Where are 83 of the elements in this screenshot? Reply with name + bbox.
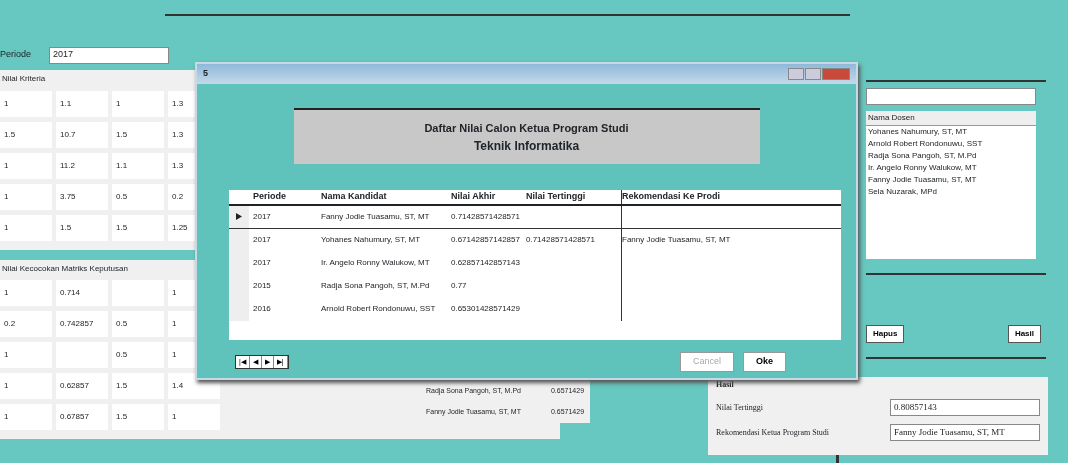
input-field[interactable]: 0.714 (56, 280, 108, 306)
input-field[interactable]: 0.5 (112, 342, 164, 368)
input-field[interactable]: Fanny Jodie Tuasamu, ST, MT (890, 424, 1040, 441)
action-button[interactable]: Hasil (1007, 325, 1041, 343)
input-field[interactable]: 0.80857143 (890, 399, 1040, 416)
table-cell: 0.67142857142857 (451, 235, 520, 244)
input-field[interactable]: 1.5 (112, 404, 164, 430)
input-field[interactable]: 10.7 (56, 121, 108, 148)
input-field[interactable]: 0.742857 (56, 311, 108, 337)
list-item[interactable]: Fanny Jodie Tuasamu, ST, MT (866, 174, 1036, 186)
list-item[interactable]: Arnold Robert Rondonuwu, SST (866, 138, 1036, 150)
input-field[interactable]: 1.1 (112, 152, 164, 179)
minimize-button[interactable] (788, 68, 804, 80)
list-item[interactable]: Radja Sona Pangoh, ST, M.Pd (866, 150, 1036, 162)
dialog-heading: Teknik Informatika (472, 137, 581, 155)
list-item[interactable]: Sela Nuzarak, MPd (866, 186, 1036, 198)
group-title: Nilai Kriteria (1, 73, 47, 85)
input-field[interactable]: 0.5 (112, 311, 164, 337)
dialog-heading: Daftar Nilai Calon Ketua Program Studi (423, 121, 630, 136)
table-cell: Radja Sona Pangoh, ST, M.Pd (321, 281, 430, 290)
group-title: Hasil (716, 379, 735, 391)
input-field[interactable]: 1.5 (0, 121, 52, 148)
input-field[interactable]: 1 (168, 404, 220, 430)
input-field[interactable]: 11.2 (56, 152, 108, 179)
close-button[interactable] (822, 68, 850, 80)
input-field[interactable]: 1.5 (112, 373, 164, 399)
maximize-button[interactable] (805, 68, 821, 80)
periode-field[interactable]: 2017 (49, 46, 170, 64)
input-field[interactable]: 0.2 (0, 311, 52, 337)
input-field[interactable]: 1 (0, 214, 52, 241)
input-field[interactable]: 1 (0, 342, 52, 368)
table-cell: 0.71428571428571 (526, 235, 595, 244)
table-cell: Arnold Robert Rondonuwu, SST (321, 304, 436, 313)
group-title: Nilai Kecocokan Matriks Keputusan (1, 262, 129, 275)
table-cell: Ir. Angelo Ronny Walukow, MT (321, 258, 430, 267)
input-field[interactable]: 1.5 (112, 121, 164, 148)
column-header: Periode (252, 190, 287, 203)
input-field[interactable]: 1 (0, 183, 52, 210)
field-label: Rekomendasi Ketua Program Studi (716, 426, 830, 439)
column-header: Nama Kandidat (321, 190, 388, 203)
table-cell: 0.62857142857143 (451, 258, 520, 267)
input-field[interactable]: 1.1 (56, 90, 108, 117)
table-cell: 2017 (253, 258, 271, 267)
input-field[interactable]: 1 (0, 152, 52, 179)
input-field[interactable]: 3.75 (56, 183, 108, 210)
input-field[interactable]: 1 (0, 404, 52, 430)
window-icon: 5 (203, 67, 208, 81)
column-header: Rekomendasi Ke Prodi (621, 190, 821, 204)
table-row[interactable]: 2016 Arnold Robert Rondonuwu, SST 0.65301428571429 (229, 297, 841, 321)
table-row[interactable]: 2017 Ir. Angelo Ronny Walukow, MT 0.62857142857143 (229, 251, 841, 275)
input-field[interactable]: 1.5 (112, 214, 164, 241)
table-cell: 2016 (253, 304, 271, 313)
action-button[interactable]: Hapus (866, 325, 905, 343)
table-cell: 0.71428571428571 (451, 211, 520, 221)
table-cell: Yohanes Nahumury, ST, MT (321, 235, 421, 244)
input-field[interactable]: 0.5 (112, 183, 164, 210)
list-item[interactable]: Ir. Angelo Ronny Walukow, MT (866, 162, 1036, 174)
column-header: Nama Dosen (866, 111, 1036, 126)
table-row[interactable]: 2017 Yohanes Nahumury, ST, MT 0.67142857142857 0.71428571428571 Fanny Jodie Tuasamu, ST, MT (229, 228, 841, 252)
input-field[interactable]: 1 (0, 373, 52, 399)
table-cell: 2017 (253, 211, 271, 221)
table-cell: Fanny Jodie Tuasamu, ST, MT (622, 234, 731, 246)
column-header: Nilai Tertinggi (526, 190, 587, 203)
input-field[interactable]: 1.5 (56, 214, 108, 241)
field-label: Nilai Tertinggi (716, 401, 764, 414)
input-field[interactable]: 1 (112, 90, 164, 117)
input-field[interactable]: 1 (0, 90, 52, 117)
input-field[interactable]: 0.67857 (56, 404, 108, 430)
table-cell: 2015 (253, 281, 271, 290)
row-pointer-icon (236, 210, 242, 223)
field-label: Periode (0, 48, 32, 62)
text-field[interactable] (866, 88, 1036, 105)
input-field[interactable]: 1 (0, 280, 52, 306)
dialog-button[interactable]: Oke (743, 352, 786, 372)
column-header: Nilai Akhir (451, 190, 497, 203)
table-cell: 0.65301428571429 (451, 304, 520, 313)
list-item[interactable]: Yohanes Nahumury, ST, MT (866, 126, 1036, 138)
table-cell: 2017 (253, 235, 271, 244)
table-row[interactable]: 2015 Radja Sona Pangoh, ST, M.Pd 0.77 (229, 274, 841, 298)
table-row[interactable]: 2017 Fanny Jodie Tuasamu, ST, MT 0.71428571428571 (229, 205, 841, 229)
input-field[interactable]: 0.62857 (56, 373, 108, 399)
table-cell: 0.77 (451, 281, 467, 290)
table-cell: Fanny Jodie Tuasamu, ST, MT (321, 211, 430, 221)
